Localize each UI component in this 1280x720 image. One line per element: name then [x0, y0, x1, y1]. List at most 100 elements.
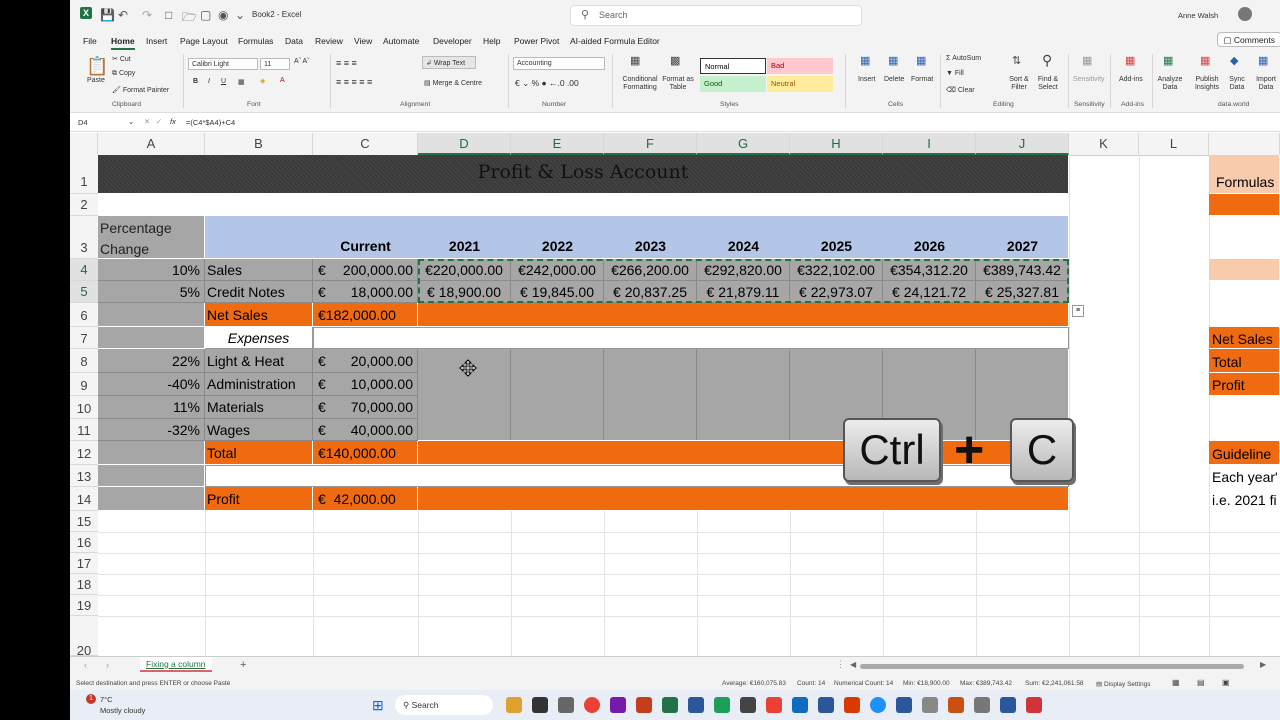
sales-label-cell[interactable]: Sales: [205, 259, 313, 281]
delete-cells-icon[interactable]: ▦: [888, 54, 898, 67]
analyze-data-button[interactable]: Analyze Data: [1157, 76, 1183, 92]
row-header-3[interactable]: 3: [70, 216, 98, 259]
expense-label-cell[interactable]: Materials: [205, 396, 313, 419]
row-header-11[interactable]: 11: [70, 419, 98, 441]
app-icon[interactable]: [948, 697, 964, 713]
credit-notes-label-cell[interactable]: Credit Notes: [205, 281, 313, 303]
credit-notes-projection-cell[interactable]: € 20,837.25: [604, 281, 697, 303]
taskbar-search[interactable]: ⚲ Search: [395, 695, 493, 715]
tab-ai-formula-editor[interactable]: AI-aided Formula Editor: [570, 36, 660, 46]
paste-button[interactable]: Paste: [87, 77, 105, 84]
format-as-table-button[interactable]: Format as Table: [660, 76, 696, 92]
find-select-icon[interactable]: ⚲: [1042, 52, 1052, 69]
current-header[interactable]: Current: [313, 238, 418, 258]
tab-data[interactable]: Data: [285, 36, 303, 46]
paste-options-icon[interactable]: ≡: [1072, 305, 1084, 317]
net-sales-projection-cells[interactable]: [418, 303, 1069, 327]
side-guideline-label[interactable]: Guideline: [1209, 441, 1280, 465]
increase-font-icon[interactable]: Aˆ Aˇ: [294, 58, 310, 65]
add-ins-button[interactable]: Add-ins: [1119, 76, 1143, 83]
sales-pct-cell[interactable]: 10%: [98, 259, 205, 281]
column-header-b[interactable]: B: [205, 133, 313, 155]
fill-color-icon[interactable]: ◈: [260, 77, 265, 85]
style-normal[interactable]: Normal: [700, 58, 766, 74]
user-name[interactable]: Anne Walsh: [1178, 11, 1218, 20]
powerpoint-icon[interactable]: [636, 697, 652, 713]
row-header-13[interactable]: 13: [70, 465, 98, 487]
file-explorer-icon[interactable]: [506, 697, 522, 713]
formulas-panel-header[interactable]: Formulas: [1209, 155, 1280, 194]
scroll-right-icon[interactable]: ▶: [1260, 660, 1266, 669]
insert-cells-button[interactable]: Insert: [858, 76, 876, 83]
expense-pct-cell[interactable]: 22%: [98, 349, 205, 373]
analyze-data-icon[interactable]: ▦: [1163, 54, 1173, 67]
expense-pct-cell[interactable]: 11%: [98, 396, 205, 419]
sales-projection-cell[interactable]: €266,200.00: [604, 259, 697, 281]
column-header-l[interactable]: L: [1139, 133, 1209, 155]
side-net-sales-label[interactable]: Net Sales: [1209, 327, 1280, 349]
app-icon[interactable]: [896, 697, 912, 713]
open-folder-icon[interactable]: 🗁: [182, 8, 197, 29]
tab-home[interactable]: Home: [111, 36, 135, 50]
style-neutral[interactable]: Neutral: [767, 76, 833, 92]
avatar[interactable]: [1238, 7, 1252, 21]
search-input[interactable]: ⚲ Search: [570, 5, 862, 26]
row-header-14[interactable]: 14: [70, 487, 98, 511]
year-header[interactable]: 2022: [511, 238, 604, 258]
row-header-5[interactable]: 5: [70, 281, 98, 303]
side-orange-cell[interactable]: [1209, 194, 1280, 216]
expense-label-cell[interactable]: Administration: [205, 373, 313, 396]
row13-a-cell[interactable]: [98, 465, 205, 487]
side-each-year-text[interactable]: Each year': [1209, 465, 1280, 487]
copy-button[interactable]: ⧉ Copy: [112, 70, 135, 78]
app-icon[interactable]: [1026, 697, 1042, 713]
column-header-i[interactable]: I: [883, 133, 976, 155]
import-data-icon[interactable]: ▦: [1258, 54, 1268, 67]
credit-notes-projection-cell[interactable]: € 19,845.00: [511, 281, 604, 303]
app-icon[interactable]: [974, 697, 990, 713]
tab-automate[interactable]: Automate: [383, 36, 419, 46]
row14-a-cell[interactable]: [98, 487, 205, 511]
display-settings-button[interactable]: ▤ Display Settings: [1096, 680, 1151, 688]
scroll-options-icon[interactable]: ⋮: [836, 659, 845, 670]
prev-sheet-icon[interactable]: ‹: [84, 660, 87, 670]
expense-label-cell[interactable]: Light & Heat: [205, 349, 313, 373]
column-header-c[interactable]: C: [313, 133, 418, 155]
app-icon[interactable]: [818, 697, 834, 713]
expense-pct-cell[interactable]: -32%: [98, 419, 205, 441]
status-average[interactable]: Average: €160,075.83: [722, 680, 786, 687]
tab-formulas[interactable]: Formulas: [238, 36, 273, 46]
page-break-view-icon[interactable]: ▣: [1222, 678, 1230, 687]
cut-button[interactable]: ✂ Cut: [112, 55, 131, 63]
publish-insights-icon[interactable]: ▦: [1200, 54, 1210, 67]
autosum-button[interactable]: Σ AutoSum: [946, 55, 981, 62]
app-icon[interactable]: [844, 697, 860, 713]
profit-current-cell[interactable]: € 42,000.00: [313, 487, 418, 511]
sheet-title-cell[interactable]: Profit & Loss Account: [98, 155, 1069, 194]
sales-projection-cell[interactable]: €220,000.00: [418, 259, 511, 281]
sales-projection-cell[interactable]: €292,820.00: [697, 259, 790, 281]
font-name-select[interactable]: Calibri Light: [188, 58, 258, 70]
credit-notes-current-cell[interactable]: €18,000.00: [313, 281, 418, 303]
status-sum[interactable]: Sum: €2,241,061.58: [1025, 680, 1084, 687]
sales-current-cell[interactable]: €200,000.00: [313, 259, 418, 281]
app-icon[interactable]: [714, 697, 730, 713]
status-count[interactable]: Count: 14: [797, 680, 825, 687]
row-header-15[interactable]: 15: [70, 511, 98, 532]
column-header-k[interactable]: K: [1069, 133, 1139, 155]
sensitivity-icon[interactable]: ▦: [1082, 54, 1092, 67]
year-header[interactable]: 2023: [604, 238, 697, 258]
name-box-dropdown-icon[interactable]: ⌄: [128, 117, 134, 126]
app-icon[interactable]: [740, 697, 756, 713]
expense-current-cell[interactable]: €10,000.00: [313, 373, 418, 396]
side-total-label[interactable]: Total: [1209, 349, 1280, 373]
expenses-blank-cells[interactable]: [313, 327, 1069, 349]
camera-icon[interactable]: ◉: [218, 8, 228, 22]
column-header-m[interactable]: [1209, 133, 1280, 155]
expense-label-cell[interactable]: Wages: [205, 419, 313, 441]
year-header[interactable]: 2021: [418, 238, 511, 258]
sensitivity-button[interactable]: Sensitivity: [1073, 76, 1105, 83]
column-header-j[interactable]: J: [976, 133, 1069, 155]
app-icon[interactable]: [1000, 697, 1016, 713]
row-header-12[interactable]: 12: [70, 441, 98, 465]
